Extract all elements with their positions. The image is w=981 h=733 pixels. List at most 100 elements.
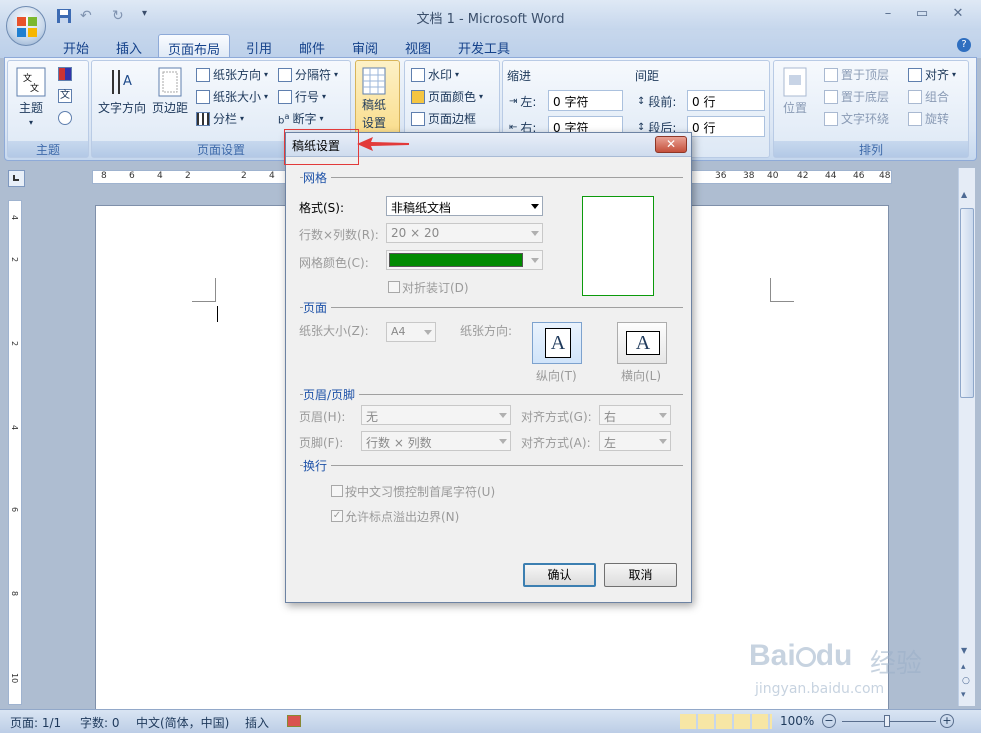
zoom-out-icon[interactable]: −: [822, 714, 836, 728]
margins-icon: [158, 67, 182, 97]
zoom-level[interactable]: 100%: [780, 714, 814, 728]
office-button[interactable]: [6, 6, 46, 46]
spacing-before-input[interactable]: 0 行: [687, 90, 765, 111]
size-button[interactable]: 纸张大小 ▾: [196, 88, 268, 105]
manuscript-settings-button[interactable]: 稿纸 设置: [361, 67, 387, 131]
help-icon[interactable]: ?: [957, 38, 971, 52]
tab-insert[interactable]: 插入: [105, 34, 153, 58]
status-language[interactable]: 中文(简体，中国): [136, 714, 229, 731]
align-button[interactable]: 对齐 ▾: [908, 66, 956, 83]
footer-align-select[interactable]: 左: [599, 431, 671, 451]
grid-color-select[interactable]: [386, 250, 543, 270]
svg-text:A: A: [123, 74, 132, 89]
style-select[interactable]: 非稿纸文档: [386, 196, 543, 216]
ruler-tick-label: 40: [767, 171, 779, 181]
line-numbers-icon: [278, 89, 292, 104]
ruler-tick-label: 8: [10, 591, 19, 597]
vertical-scrollbar[interactable]: ▲ ▼ ▴ ○ ▾: [958, 168, 975, 706]
vertical-ruler[interactable]: 4 2 2 4 6 8 10: [8, 200, 22, 705]
fold-checkbox[interactable]: [388, 281, 400, 293]
footer-select[interactable]: 行数 × 列数: [361, 431, 511, 451]
maximize-button[interactable]: ▭: [910, 6, 934, 24]
tab-selector[interactable]: [8, 170, 25, 187]
margins-button[interactable]: 页边距: [152, 67, 188, 116]
breaks-button[interactable]: 分隔符 ▾: [278, 66, 338, 83]
zoom-in-icon[interactable]: +: [940, 714, 954, 728]
tab-developer[interactable]: 开发工具: [452, 34, 516, 58]
page-border-button[interactable]: 页面边框: [411, 110, 476, 127]
landscape-option[interactable]: A: [617, 322, 667, 364]
close-window-button[interactable]: ✕: [946, 6, 970, 24]
themes-group-label: 主题: [8, 141, 88, 157]
ok-button[interactable]: 确认: [523, 563, 596, 587]
grid-preview: [582, 196, 654, 296]
spacing-after-input[interactable]: 0 行: [687, 116, 765, 137]
orientation-button[interactable]: 纸张方向 ▾: [196, 66, 268, 83]
ruler-tick-label: 4: [10, 425, 19, 431]
dialog-close-button[interactable]: ✕: [655, 136, 687, 153]
header-align-select[interactable]: 右: [599, 405, 671, 425]
rowcol-select[interactable]: 20 × 20: [386, 223, 543, 243]
status-insert-mode[interactable]: 插入: [245, 714, 269, 731]
indent-left-label: ⇥ 左:: [509, 95, 537, 109]
header-select[interactable]: 无: [361, 405, 511, 425]
rowcol-label: 行数×列数(R):: [299, 228, 379, 242]
manuscript-label-2: 设置: [361, 116, 386, 130]
scroll-thumb[interactable]: [960, 208, 974, 398]
punct-overflow-checkbox[interactable]: ✓: [331, 510, 343, 522]
line-numbers-button[interactable]: 行号 ▾: [278, 88, 326, 105]
tab-page-layout[interactable]: 页面布局: [158, 34, 230, 58]
ruler-tick-label: 42: [797, 171, 809, 181]
theme-fonts-icon[interactable]: 文: [58, 89, 72, 103]
theme-effects-icon[interactable]: [58, 111, 72, 125]
office-logo-icon: [17, 17, 37, 37]
bring-to-front-button[interactable]: 置于顶层: [824, 66, 889, 83]
ruler-tick-label: 2: [10, 341, 19, 347]
ruler-tick-label: 2: [241, 171, 247, 181]
annotation-highlight-box: [284, 129, 359, 165]
text-wrap-button[interactable]: 文字环绕: [824, 110, 889, 127]
tab-review[interactable]: 审阅: [343, 34, 387, 58]
send-back-icon: [824, 89, 838, 104]
hyphenation-button[interactable]: ba 断字 ▾: [278, 110, 324, 127]
rotate-button[interactable]: 旋转: [908, 110, 949, 127]
columns-button[interactable]: 分栏 ▾: [196, 110, 244, 127]
chinese-rule-checkbox[interactable]: [331, 485, 343, 497]
arrange-group-label: 排列: [774, 141, 968, 157]
paper-size-select[interactable]: A4: [386, 322, 436, 342]
page-color-button[interactable]: 页面颜色 ▾: [411, 88, 483, 105]
send-to-back-button[interactable]: 置于底层: [824, 88, 889, 105]
size-icon: [196, 89, 210, 104]
bring-front-icon: [824, 67, 838, 82]
watermark-button[interactable]: 水印 ▾: [411, 66, 459, 83]
tab-mailings[interactable]: 邮件: [290, 34, 334, 58]
theme-colors-icon[interactable]: [58, 67, 72, 81]
minimize-button[interactable]: –: [876, 6, 900, 24]
ruler-tick-label: 48: [879, 171, 891, 181]
svg-text:文: 文: [23, 72, 32, 84]
tab-view[interactable]: 视图: [396, 34, 440, 58]
status-page[interactable]: 页面: 1/1: [10, 714, 61, 731]
tab-references[interactable]: 引用: [237, 34, 281, 58]
manuscript-icon: [362, 67, 386, 95]
view-buttons[interactable]: [680, 714, 772, 729]
wrap-section-title: 换行: [303, 457, 332, 474]
text-direction-button[interactable]: A 文字方向: [98, 67, 146, 116]
macro-record-icon[interactable]: [287, 715, 301, 727]
baidu-watermark: Bai du 经验 jingyan.baidu.com: [749, 639, 923, 697]
ruler-tick-label: 2: [185, 171, 191, 181]
group-objects-button[interactable]: 组合: [908, 88, 949, 105]
tab-home[interactable]: 开始: [52, 34, 100, 58]
position-button[interactable]: 位置: [782, 67, 808, 116]
themes-button[interactable]: 文文 主题 ▾: [16, 67, 46, 127]
status-word-count[interactable]: 字数: 0: [80, 714, 120, 731]
portrait-option[interactable]: A: [532, 322, 582, 364]
themes-label: 主题: [18, 101, 43, 115]
landscape-page-icon: A: [626, 331, 660, 355]
zoom-slider-thumb[interactable]: [884, 715, 890, 727]
cancel-button[interactable]: 取消: [604, 563, 677, 587]
spacing-title: 间距: [635, 69, 660, 83]
spacing-before-label: ↕ 段前:: [637, 95, 677, 109]
indent-left-input[interactable]: 0 字符: [548, 90, 623, 111]
page-divider: [300, 307, 683, 308]
